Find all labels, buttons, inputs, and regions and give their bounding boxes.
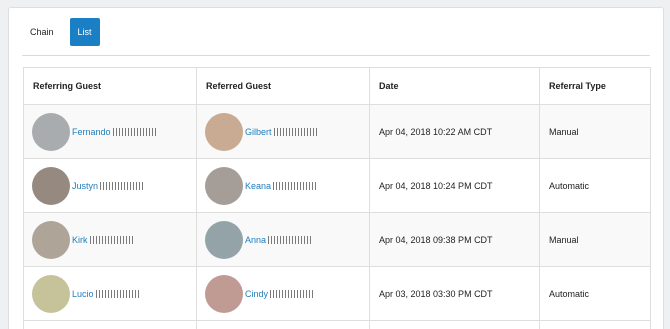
redacted-surname: [273, 127, 318, 136]
empty-cell: [539, 320, 651, 329]
referring-guest-link[interactable]: Fernando: [72, 127, 111, 137]
avatar[interactable]: [205, 112, 243, 151]
referred-guest-cell: Keana: [196, 158, 370, 213]
view-tabs: Chain List: [22, 18, 100, 46]
avatar[interactable]: [32, 274, 70, 313]
column-header-referral-type: Referral Type: [539, 67, 651, 105]
date-cell: Apr 04, 2018 10:24 PM CDT: [369, 158, 540, 213]
avatar[interactable]: [205, 274, 243, 313]
referred-guest: Anna: [205, 220, 369, 259]
referred-guest: Cindy: [205, 274, 369, 313]
empty-cell: [23, 320, 197, 329]
referred-guest-link[interactable]: Cindy: [245, 289, 268, 299]
avatar[interactable]: [32, 112, 70, 151]
table-row: [23, 320, 651, 329]
referred-guest-cell: Anna: [196, 212, 370, 267]
referring-guest-link[interactable]: Lucio: [72, 289, 94, 299]
referring-guest-cell: Kirk: [23, 212, 197, 267]
empty-cell: [196, 320, 370, 329]
redacted-surname: [112, 127, 157, 136]
referring-guest-link[interactable]: Justyn: [72, 181, 98, 191]
referred-guest-link[interactable]: Keana: [245, 181, 271, 191]
referral-type-cell: Manual: [539, 104, 651, 159]
column-header-date: Date: [369, 67, 540, 105]
referred-guest-cell: Cindy: [196, 266, 370, 321]
table-row: Justyn Keana Apr 04, 2018 10:24 PM CDT Auto…: [23, 158, 651, 213]
tabs-divider: [22, 55, 650, 56]
table-row: Fernando Gilbert Apr 04, 2018 10:22 AM CDT…: [23, 104, 651, 159]
empty-cell: [369, 320, 540, 329]
column-header-referring-guest: Referring Guest: [23, 67, 197, 105]
redacted-surname: [273, 181, 318, 190]
avatar[interactable]: [205, 220, 243, 259]
referring-guest-link[interactable]: Kirk: [72, 235, 88, 245]
avatar[interactable]: [32, 166, 70, 205]
redacted-surname: [268, 235, 313, 244]
table-row: Lucio Cindy Apr 03, 2018 03:30 PM CDT Autom…: [23, 266, 651, 321]
referring-guest-cell: Lucio: [23, 266, 197, 321]
redacted-surname: [100, 181, 145, 190]
referring-guest-cell: Justyn: [23, 158, 197, 213]
referred-guest: Gilbert: [205, 112, 369, 151]
date-cell: Apr 04, 2018 09:38 PM CDT: [369, 212, 540, 267]
referrals-table: Referring Guest Referred Guest Date Refe…: [23, 67, 651, 329]
referral-type-cell: Automatic: [539, 266, 651, 321]
tab-list[interactable]: List: [69, 18, 100, 46]
redacted-surname: [270, 289, 315, 298]
avatar[interactable]: [32, 220, 70, 259]
referral-type-cell: Automatic: [539, 158, 651, 213]
date-cell: Apr 04, 2018 10:22 AM CDT: [369, 104, 540, 159]
column-header-referred-guest: Referred Guest: [196, 67, 370, 105]
referring-guest: Lucio: [32, 274, 196, 313]
tab-chain[interactable]: Chain: [22, 18, 62, 46]
referred-guest-cell: Gilbert: [196, 104, 370, 159]
referred-guest-link[interactable]: Gilbert: [245, 127, 272, 137]
avatar[interactable]: [205, 166, 243, 205]
table-header-row: Referring Guest Referred Guest Date Refe…: [23, 67, 651, 105]
referring-guest-cell: Fernando: [23, 104, 197, 159]
referrals-panel: Chain List Referring Guest Referred Gues…: [8, 7, 664, 329]
referring-guest: Justyn: [32, 166, 196, 205]
referring-guest: Fernando: [32, 112, 196, 151]
referred-guest-link[interactable]: Anna: [245, 235, 266, 245]
referring-guest: Kirk: [32, 220, 196, 259]
redacted-surname: [89, 235, 134, 244]
redacted-surname: [95, 289, 140, 298]
table-row: Kirk Anna Apr 04, 2018 09:38 PM CDT Manual: [23, 212, 651, 267]
referred-guest: Keana: [205, 166, 369, 205]
date-cell: Apr 03, 2018 03:30 PM CDT: [369, 266, 540, 321]
referral-type-cell: Manual: [539, 212, 651, 267]
